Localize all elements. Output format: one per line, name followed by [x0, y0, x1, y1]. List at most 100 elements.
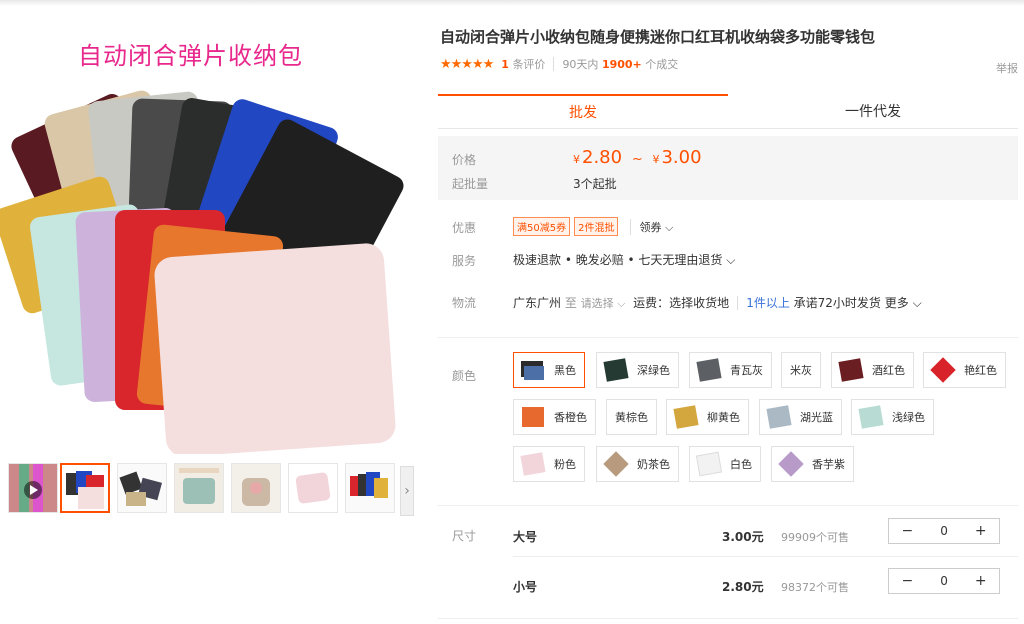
swatch-chip-icon [696, 358, 722, 382]
service-value[interactable]: 极速退款 • 晚发必赔 • 七天无理由退货 ⌵ [513, 251, 735, 268]
thumbnail-color-set[interactable] [345, 463, 395, 513]
color-option-black[interactable]: 黑色 [513, 352, 585, 388]
quantity-stepper: − 0 + [888, 568, 1000, 594]
swatch-chip-icon [522, 407, 544, 427]
purchase-mode-tabs: 批发 一件代发 [438, 94, 1018, 129]
color-name: 白色 [730, 458, 752, 471]
swatch-chip-icon [603, 451, 629, 477]
report-link[interactable]: 举报 [996, 60, 1018, 76]
color-name: 粉色 [554, 458, 576, 471]
product-title: 自动闭合弹片小收纳包随身便携迷你口红耳机收纳袋多功能零钱包 [440, 28, 876, 46]
color-name: 浅绿色 [892, 411, 925, 424]
price-range: ¥2.80 ~ ¥3.00 [573, 147, 702, 168]
swatch-chip-icon [778, 451, 804, 477]
color-name: 香橙色 [554, 411, 587, 424]
size-price: 2.80元 [722, 580, 764, 594]
size-name: 大号 [513, 530, 538, 544]
swatch-chip-icon [603, 358, 629, 382]
price-low: 2.80 [582, 147, 623, 168]
swatch-chip-icon [930, 357, 956, 383]
quantity-stepper: − 0 + [888, 518, 1000, 544]
color-name: 深绿色 [637, 364, 670, 377]
color-option-pink[interactable]: 粉色 [513, 446, 585, 482]
color-name: 青瓦灰 [730, 364, 763, 377]
swatch-chip-icon [766, 405, 792, 429]
thumbnail-dark-pouches[interactable] [117, 463, 167, 513]
get-coupon-button[interactable]: 领券 ⌵ [630, 218, 673, 235]
quantity-input[interactable]: 0 [926, 524, 963, 538]
ship-promise: 承诺72小时发货 [793, 296, 881, 310]
price-box [438, 136, 1018, 200]
color-option-lake-blue[interactable]: 湖光蓝 [759, 399, 842, 435]
thumbnail-strip [0, 463, 418, 519]
plus-button[interactable]: + [962, 523, 999, 539]
review-count[interactable]: 1 [501, 58, 509, 71]
chevron-right-icon[interactable]: › [400, 466, 414, 516]
color-name: 酒红色 [872, 364, 905, 377]
minus-button[interactable]: − [889, 523, 926, 539]
color-option-light-green[interactable]: 浅绿色 [851, 399, 934, 435]
logistics-label: 物流 [452, 296, 477, 310]
promo-label: 优惠 [452, 221, 477, 235]
main-image-title: 自动闭合弹片收纳包 [78, 42, 303, 70]
size-name: 小号 [513, 580, 538, 594]
color-option-tile-gray[interactable]: 青瓦灰 [689, 352, 772, 388]
plus-button[interactable]: + [962, 573, 999, 589]
thumbnail-color-fan[interactable] [60, 463, 110, 513]
thumbnail-detail-1[interactable] [174, 463, 224, 513]
divider [737, 295, 739, 310]
star-rating-icon: ★★★★★ [440, 56, 494, 72]
color-name: 黑色 [554, 364, 576, 377]
swatch-chip-icon [858, 405, 884, 429]
minus-button[interactable]: − [889, 573, 926, 589]
thumbnail-detail-2[interactable] [231, 463, 281, 513]
sold-period: 90天内 [562, 58, 599, 71]
sold-count: 1900+ [601, 57, 642, 71]
thumbnail-pink-pouch[interactable] [288, 463, 338, 513]
color-name: 奶茶色 [637, 458, 670, 471]
logistics-more[interactable]: 更多 ⌵ [885, 294, 922, 311]
color-name: 米灰 [790, 364, 812, 377]
currency-symbol: ¥ [573, 153, 580, 166]
divider [438, 337, 1018, 338]
tab-wholesale[interactable]: 批发 [438, 94, 728, 128]
swatch-chip-icon [838, 358, 864, 382]
tab-dropship[interactable]: 一件代发 [728, 94, 1018, 128]
main-product-image[interactable]: 自动闭合弹片收纳包 [0, 14, 418, 454]
color-name: 艳红色 [964, 364, 997, 377]
moq-label: 起批量 [452, 177, 489, 191]
rating-row: ★★★★★ 1 条评价 90天内 1900+ 个成交 [440, 56, 678, 72]
color-option-taro-purple[interactable]: 香芋紫 [771, 446, 854, 482]
color-name: 柳黄色 [707, 411, 740, 424]
review-label[interactable]: 条评价 [512, 56, 545, 72]
color-option-bright-red[interactable]: 艳红色 [923, 352, 1006, 388]
color-name: 黄棕色 [615, 411, 648, 424]
top-divider [0, 0, 1024, 6]
color-name: 香芋紫 [812, 458, 845, 471]
color-option-milk-tea[interactable]: 奶茶色 [596, 446, 679, 482]
color-option-white[interactable]: 白色 [689, 446, 761, 482]
color-label: 颜色 [452, 369, 477, 383]
ship-qty: 1件以上 [746, 296, 790, 310]
swatch-chip-icon [695, 451, 723, 477]
mix-batch-tag[interactable]: 2件混批 [574, 217, 619, 236]
destination-select[interactable]: 请选择 ⌵ [581, 295, 626, 311]
color-option-wine-red[interactable]: 酒红色 [831, 352, 914, 388]
logistics-row: 广东广州 至 请选择 ⌵ 运费：选择收货地 1件以上 承诺72小时发货 更多 ⌵ [513, 294, 922, 311]
quantity-input[interactable]: 0 [926, 574, 963, 588]
thumbnail-video[interactable] [8, 463, 58, 513]
size-stock: 98372个可售 [781, 581, 849, 594]
color-option-dark-green[interactable]: 深绿色 [596, 352, 679, 388]
color-option-orange[interactable]: 香橙色 [513, 399, 596, 435]
color-option-yellow-brown[interactable]: 黄棕色 [606, 399, 657, 435]
size-row-large: 大号 3.00元 99909个可售 − 0 + [513, 518, 1018, 558]
color-name: 湖光蓝 [800, 411, 833, 424]
size-row-small: 小号 2.80元 98372个可售 − 0 + [513, 568, 1018, 608]
swatch-chip-icon [673, 405, 699, 429]
coupon-tag[interactable]: 满50减5券 [513, 217, 571, 236]
promo-tags: 满50减5券 2件混批 领券 ⌵ [513, 217, 673, 236]
pouch-fan-illustration [0, 90, 404, 454]
color-option-beige-gray[interactable]: 米灰 [781, 352, 821, 388]
size-label: 尺寸 [452, 529, 477, 543]
color-option-willow-yellow[interactable]: 柳黄色 [666, 399, 749, 435]
